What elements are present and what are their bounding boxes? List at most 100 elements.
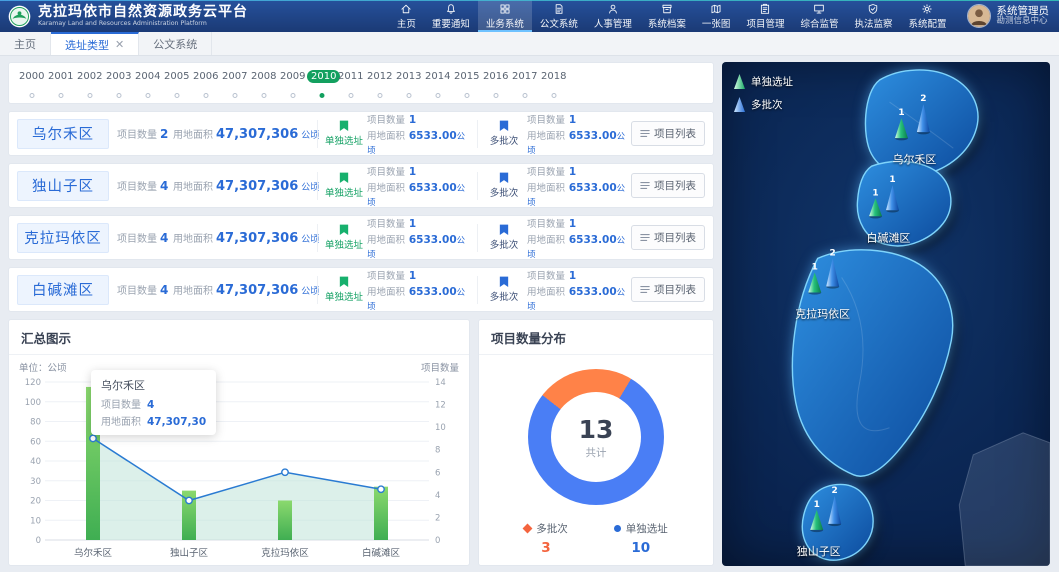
legend-diamond-icon [523,524,533,534]
nav-item-document[interactable]: 公文系统 [532,0,586,32]
project-icon [759,3,771,15]
nav-label: 重要通知 [432,16,470,30]
home-icon [400,3,412,15]
svg-text:白碱滩区: 白碱滩区 [362,547,401,559]
donut-chart[interactable]: 13 共计 [528,369,664,505]
year-2005[interactable]: 2005 [162,68,191,98]
document-icon [553,3,565,15]
svg-text:0: 0 [435,536,440,546]
timeline-dot [145,93,150,98]
year-2012[interactable]: 2012 [365,68,394,98]
left-column: 2000200120022003200420052006200720082009… [8,62,714,566]
project-list-button[interactable]: 项目列表 [631,277,705,302]
svg-text:120: 120 [25,378,41,388]
svg-text:12: 12 [435,401,446,411]
multi-batch-stats: 项目数量 1 用地面积 6533.00公顷 [527,268,631,312]
brand: 克拉玛依市自然资源政务云平台 Karamay Land and Resource… [8,5,248,28]
svg-text:2: 2 [920,94,926,104]
tab-bar: 主页选址类型✕公文系统 [0,32,1059,56]
nav-item-home[interactable]: 主页 [389,0,424,32]
district-row: 克拉玛依区 项目数量4 用地面积47,307,306公顷 单独选址 项目数量 1… [8,215,714,260]
year-2018[interactable]: 2018 [539,68,568,98]
tab-close-icon[interactable]: ✕ [115,39,124,50]
timeline-dot [261,93,266,98]
donut-legend-item[interactable]: 多批次3 [524,521,568,556]
tab-document[interactable]: 公文系统 [139,32,212,55]
avatar[interactable] [967,4,991,28]
onemap-icon [710,3,722,15]
year-2004[interactable]: 2004 [133,68,162,98]
year-2014[interactable]: 2014 [423,68,452,98]
nav-item-config[interactable]: 系统配置 [900,0,954,32]
app-subtitle: Karamay Land and Resources Administratio… [38,20,231,27]
timeline-dot [232,93,237,98]
district-row: 独山子区 项目数量4 用地面积47,307,306公顷 单独选址 项目数量 1 … [8,163,714,208]
district-area: 用地面积47,307,306公顷 [173,230,311,246]
multi-batch-flag: 多批次 [484,224,524,251]
tab-home[interactable]: 主页 [0,32,51,55]
nav-label: 主页 [397,16,416,30]
district-name[interactable]: 克拉玛依区 [17,223,109,253]
year-2008[interactable]: 2008 [249,68,278,98]
project-list-button[interactable]: 项目列表 [631,225,705,250]
year-2002[interactable]: 2002 [75,68,104,98]
year-2009[interactable]: 2009 [278,68,307,98]
nav-label: 系统配置 [908,16,946,30]
nav-item-hr[interactable]: 人事管理 [586,0,640,32]
year-2003[interactable]: 2003 [104,68,133,98]
single-site-flag: 单独选址 [324,120,364,147]
year-2013[interactable]: 2013 [394,68,423,98]
map-legend: 单独选址多批次 [734,74,793,112]
map-panel[interactable]: 12乌尔禾区11白碱滩区12克拉玛依区12独山子区 单独选址多批次 [722,62,1050,566]
multi-batch-stats: 项目数量 1 用地面积 6533.00公顷 [527,164,631,208]
tab-label: 主页 [14,36,36,52]
district-row: 乌尔禾区 项目数量2 用地面积47,307,306公顷 单独选址 项目数量 1 … [8,111,714,156]
svg-text:10: 10 [435,423,446,433]
timeline-dot [493,93,498,98]
donut-legend-item[interactable]: 单独选址10 [614,521,668,556]
year-2007[interactable]: 2007 [220,68,249,98]
single-site-stats: 项目数量 1 用地面积 6533.00公顷 [367,268,471,312]
year-2010[interactable]: 2010 [307,68,336,98]
year-2011[interactable]: 2011 [336,68,365,98]
district-name[interactable]: 白碱滩区 [17,275,109,305]
nav-item-business[interactable]: 业务系统 [478,0,532,32]
nav-label: 系统档案 [648,16,686,30]
single-site-flag: 单独选址 [324,224,364,251]
multi-batch-flag: 多批次 [484,120,524,147]
project-list-button[interactable]: 项目列表 [631,121,705,146]
district-name[interactable]: 独山子区 [17,171,109,201]
district-count: 项目数量2 [117,126,171,141]
single-site-flag-icon [339,224,349,236]
year-2015[interactable]: 2015 [452,68,481,98]
tab-site-type[interactable]: 选址类型✕ [51,32,139,55]
nav-item-notice[interactable]: 重要通知 [424,0,478,32]
year-2017[interactable]: 2017 [510,68,539,98]
right-axis-label: 项目数量 [421,360,459,374]
project-list-button[interactable]: 项目列表 [631,173,705,198]
svg-text:4: 4 [435,491,440,501]
user-area[interactable]: 系统管理员 勘测信息中心 [967,4,1050,28]
nav-item-enforcement[interactable]: 执法监察 [846,0,900,32]
district-count: 项目数量4 [117,230,171,245]
multi-batch-cone-icon [734,97,745,112]
year-2000[interactable]: 2000 [17,68,46,98]
svg-text:100: 100 [25,398,41,408]
business-icon [499,3,511,15]
year-2001[interactable]: 2001 [46,68,75,98]
year-2006[interactable]: 2006 [191,68,220,98]
district-name[interactable]: 乌尔禾区 [17,119,109,149]
nav-item-supervision[interactable]: 综合监管 [792,0,846,32]
nav-item-archive[interactable]: 系统档案 [640,0,694,32]
summary-chart-card: 汇总图示 单位：公顷 项目数量 010203040608010012002468… [8,319,470,566]
year-2016[interactable]: 2016 [481,68,510,98]
timeline-dot [87,93,92,98]
map-legend-item: 多批次 [734,97,793,112]
summary-chart[interactable]: 010203040608010012002468101214乌尔禾区独山子区克拉… [9,374,469,562]
single-site-flag-icon [339,276,349,288]
nav-item-project[interactable]: 项目管理 [738,0,792,32]
nav-label: 人事管理 [594,16,632,30]
nav-item-onemap[interactable]: 一张图 [694,0,739,32]
notice-icon [445,3,457,15]
timeline-dot [174,93,179,98]
